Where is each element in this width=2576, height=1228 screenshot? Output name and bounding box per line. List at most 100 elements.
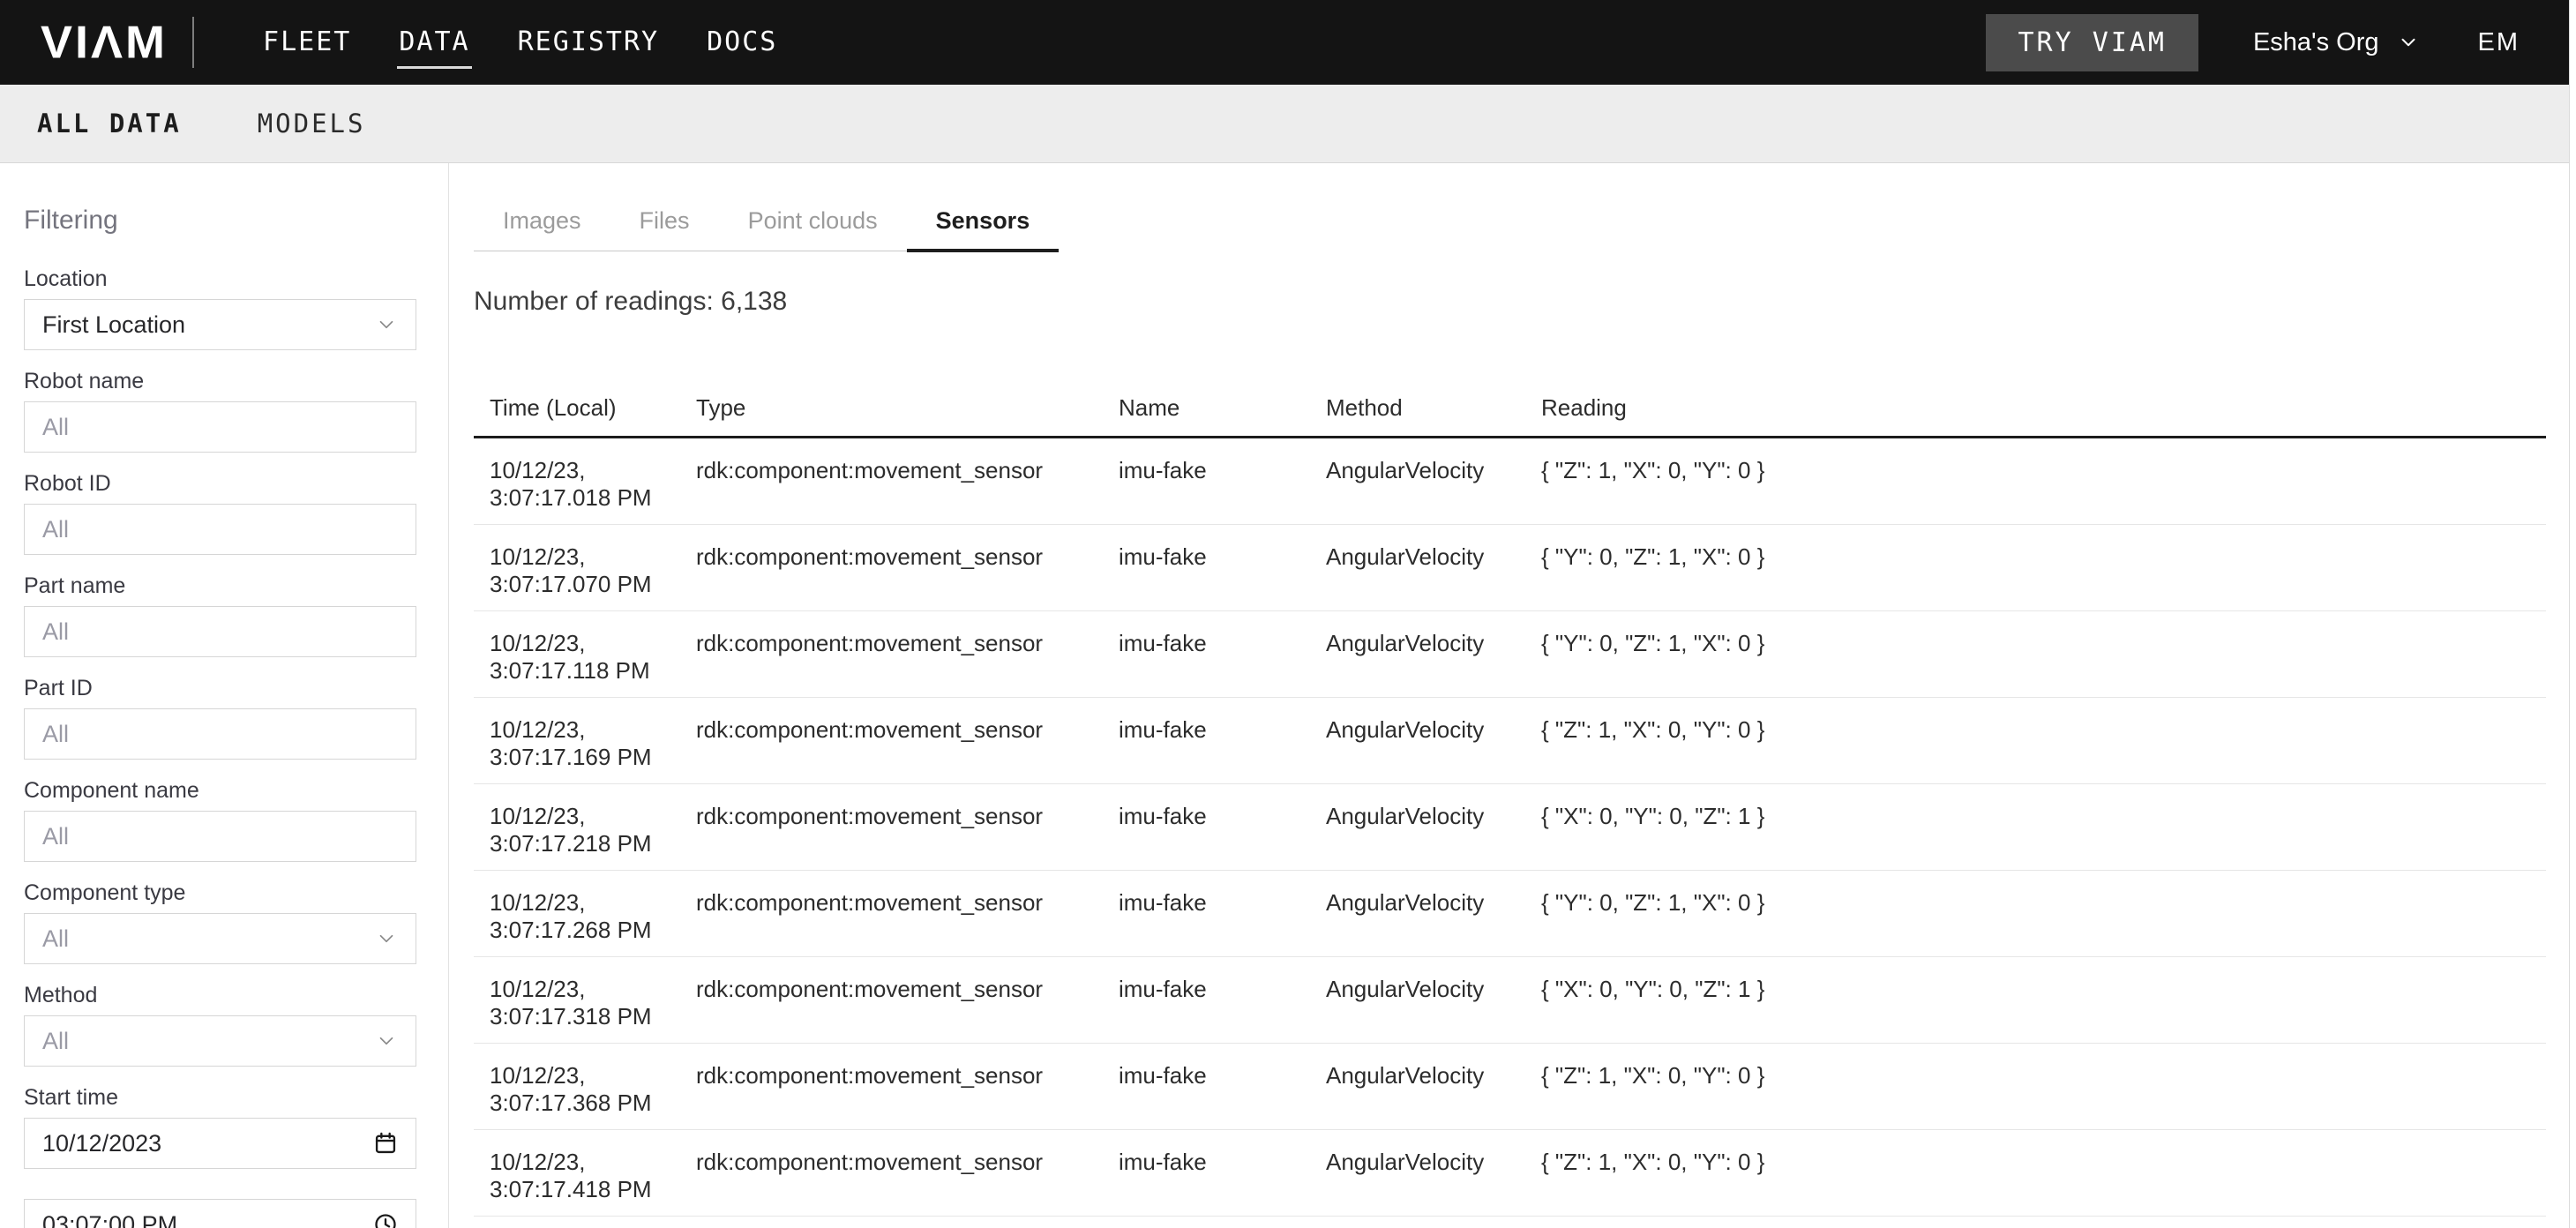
top-nav-right: TRY VIAM Esha's Org EM (1986, 14, 2541, 71)
cell-name: imu-fake (1103, 957, 1310, 1044)
cell-method: AngularVelocity (1310, 1130, 1525, 1217)
component-type-label: Component type (24, 878, 416, 908)
cell-reading: { "Z": 1, "X": 0, "Y": 0 } (1525, 1130, 2546, 1217)
vertical-scrollbar[interactable] (2569, 0, 2576, 1228)
nav-link-data[interactable]: DATA (399, 0, 469, 85)
tab-models[interactable]: MODELS (258, 109, 366, 139)
chevron-down-icon (375, 1030, 398, 1052)
cell-method: AngularVelocity (1310, 611, 1525, 698)
tab-files[interactable]: Files (610, 207, 719, 251)
cell-method: AngularVelocity (1310, 438, 1525, 525)
cell-time: 10/12/23, 3:07:17.118 PM (474, 611, 680, 698)
nav-link-registry[interactable]: REGISTRY (518, 0, 660, 85)
cell-reading: { "X": 0, "Y": 0, "Z": 1 } (1525, 784, 2546, 871)
table-row: 10/12/23, 3:07:17.169 PM rdk:component:m… (474, 698, 2546, 784)
table-row: 10/12/23, 3:07:17.018 PM rdk:component:m… (474, 438, 2546, 525)
table-row: 10/12/23, 3:07:17.118 PM rdk:component:m… (474, 611, 2546, 698)
filter-robot-id: Robot ID (24, 468, 416, 555)
cell-type: rdk:component:movement_sensor (680, 438, 1103, 525)
user-avatar-initials[interactable]: EM (2478, 28, 2520, 57)
cell-method: AngularVelocity (1310, 525, 1525, 611)
filter-part-id: Part ID (24, 673, 416, 760)
cell-time: 10/12/23, 3:07:17.268 PM (474, 871, 680, 957)
org-switcher[interactable]: Esha's Org (2253, 28, 2420, 57)
part-id-input[interactable] (24, 708, 416, 760)
filter-method: Method All (24, 980, 416, 1067)
col-header-name: Name (1103, 394, 1310, 438)
component-name-input[interactable] (24, 811, 416, 862)
filter-sidebar: Filtering Location First Location Robot … (0, 163, 449, 1228)
cell-type: rdk:component:movement_sensor (680, 611, 1103, 698)
cell-name: imu-fake (1103, 611, 1310, 698)
clock-icon (373, 1212, 398, 1228)
robot-id-input[interactable] (24, 504, 416, 555)
try-viam-button[interactable]: TRY VIAM (1986, 14, 2198, 71)
component-type-select-value: All (42, 925, 375, 953)
col-header-type: Type (680, 394, 1103, 438)
readings-count: Number of readings: 6,138 (474, 287, 2553, 317)
cell-method: AngularVelocity (1310, 784, 1525, 871)
cell-name: imu-fake (1103, 1044, 1310, 1130)
nav-link-docs[interactable]: DOCS (707, 0, 777, 85)
cell-type: rdk:component:movement_sensor (680, 1130, 1103, 1217)
filter-component-name: Component name (24, 775, 416, 862)
cell-type: rdk:component:movement_sensor (680, 957, 1103, 1044)
filter-location: Location First Location (24, 264, 416, 350)
tab-point-clouds[interactable]: Point clouds (719, 207, 907, 251)
table-row: 10/12/23, 3:07:17.418 PM rdk:component:m… (474, 1130, 2546, 1217)
table-header: Time (Local) Type Name Method Reading (474, 394, 2546, 438)
filter-component-type: Component type All (24, 878, 416, 964)
cell-name: imu-fake (1103, 698, 1310, 784)
cell-type: rdk:component:movement_sensor (680, 1044, 1103, 1130)
method-select[interactable]: All (24, 1015, 416, 1067)
method-label: Method (24, 980, 416, 1010)
data-type-tabs: Images Files Point clouds Sensors (474, 207, 1059, 251)
content-area: Filtering Location First Location Robot … (0, 163, 2576, 1228)
cell-name: imu-fake (1103, 525, 1310, 611)
cell-time: 10/12/23, 3:07:17.169 PM (474, 698, 680, 784)
start-date-value: 10/12/2023 (42, 1130, 373, 1157)
cell-method: AngularVelocity (1310, 871, 1525, 957)
cell-reading: { "Y": 0, "Z": 1, "X": 0 } (1525, 871, 2546, 957)
table-row: 10/12/23, 3:07:17.368 PM rdk:component:m… (474, 1044, 2546, 1130)
part-name-input[interactable] (24, 606, 416, 657)
cell-reading: { "Y": 0, "Z": 1, "X": 0 } (1525, 611, 2546, 698)
table-row: 10/12/23, 3:07:17.218 PM rdk:component:m… (474, 784, 2546, 871)
col-header-method: Method (1310, 394, 1525, 438)
robot-id-label: Robot ID (24, 468, 416, 498)
robot-name-label: Robot name (24, 366, 416, 396)
robot-name-input[interactable] (24, 401, 416, 453)
cell-name: imu-fake (1103, 1130, 1310, 1217)
tab-all-data[interactable]: ALL DATA (37, 109, 182, 139)
chevron-down-icon (2397, 31, 2420, 54)
component-type-select[interactable]: All (24, 913, 416, 964)
cell-time: 10/12/23, 3:07:17.018 PM (474, 438, 680, 525)
primary-nav: FLEET DATA REGISTRY DOCS (263, 0, 777, 85)
table-row: 10/12/23, 3:07:17.318 PM rdk:component:m… (474, 957, 2546, 1044)
filtering-title: Filtering (24, 202, 416, 239)
cell-method: AngularVelocity (1310, 957, 1525, 1044)
start-date-input[interactable]: 10/12/2023 (24, 1118, 416, 1169)
cell-reading: { "Z": 1, "X": 0, "Y": 0 } (1525, 438, 2546, 525)
tab-images[interactable]: Images (474, 207, 610, 251)
start-time-input[interactable]: 03:07:00 PM (24, 1199, 416, 1228)
cell-time: 10/12/23, 3:07:17.318 PM (474, 957, 680, 1044)
filter-part-name: Part name (24, 571, 416, 657)
location-select-value: First Location (42, 311, 375, 339)
part-name-label: Part name (24, 571, 416, 601)
viam-logo[interactable]: VIΛM (41, 2, 168, 83)
tab-sensors[interactable]: Sensors (907, 207, 1060, 251)
cell-time: 10/12/23, 3:07:17.070 PM (474, 525, 680, 611)
cell-type: rdk:component:movement_sensor (680, 784, 1103, 871)
start-time-label: Start time (24, 1082, 416, 1112)
cell-type: rdk:component:movement_sensor (680, 871, 1103, 957)
cell-name: imu-fake (1103, 871, 1310, 957)
cell-name: imu-fake (1103, 784, 1310, 871)
cell-type: rdk:component:movement_sensor (680, 525, 1103, 611)
location-select[interactable]: First Location (24, 299, 416, 350)
cell-type: rdk:component:movement_sensor (680, 698, 1103, 784)
cell-time: 10/12/23, 3:07:17.418 PM (474, 1130, 680, 1217)
org-name: Esha's Org (2253, 28, 2379, 57)
cell-name: imu-fake (1103, 438, 1310, 525)
nav-link-fleet[interactable]: FLEET (263, 0, 351, 85)
